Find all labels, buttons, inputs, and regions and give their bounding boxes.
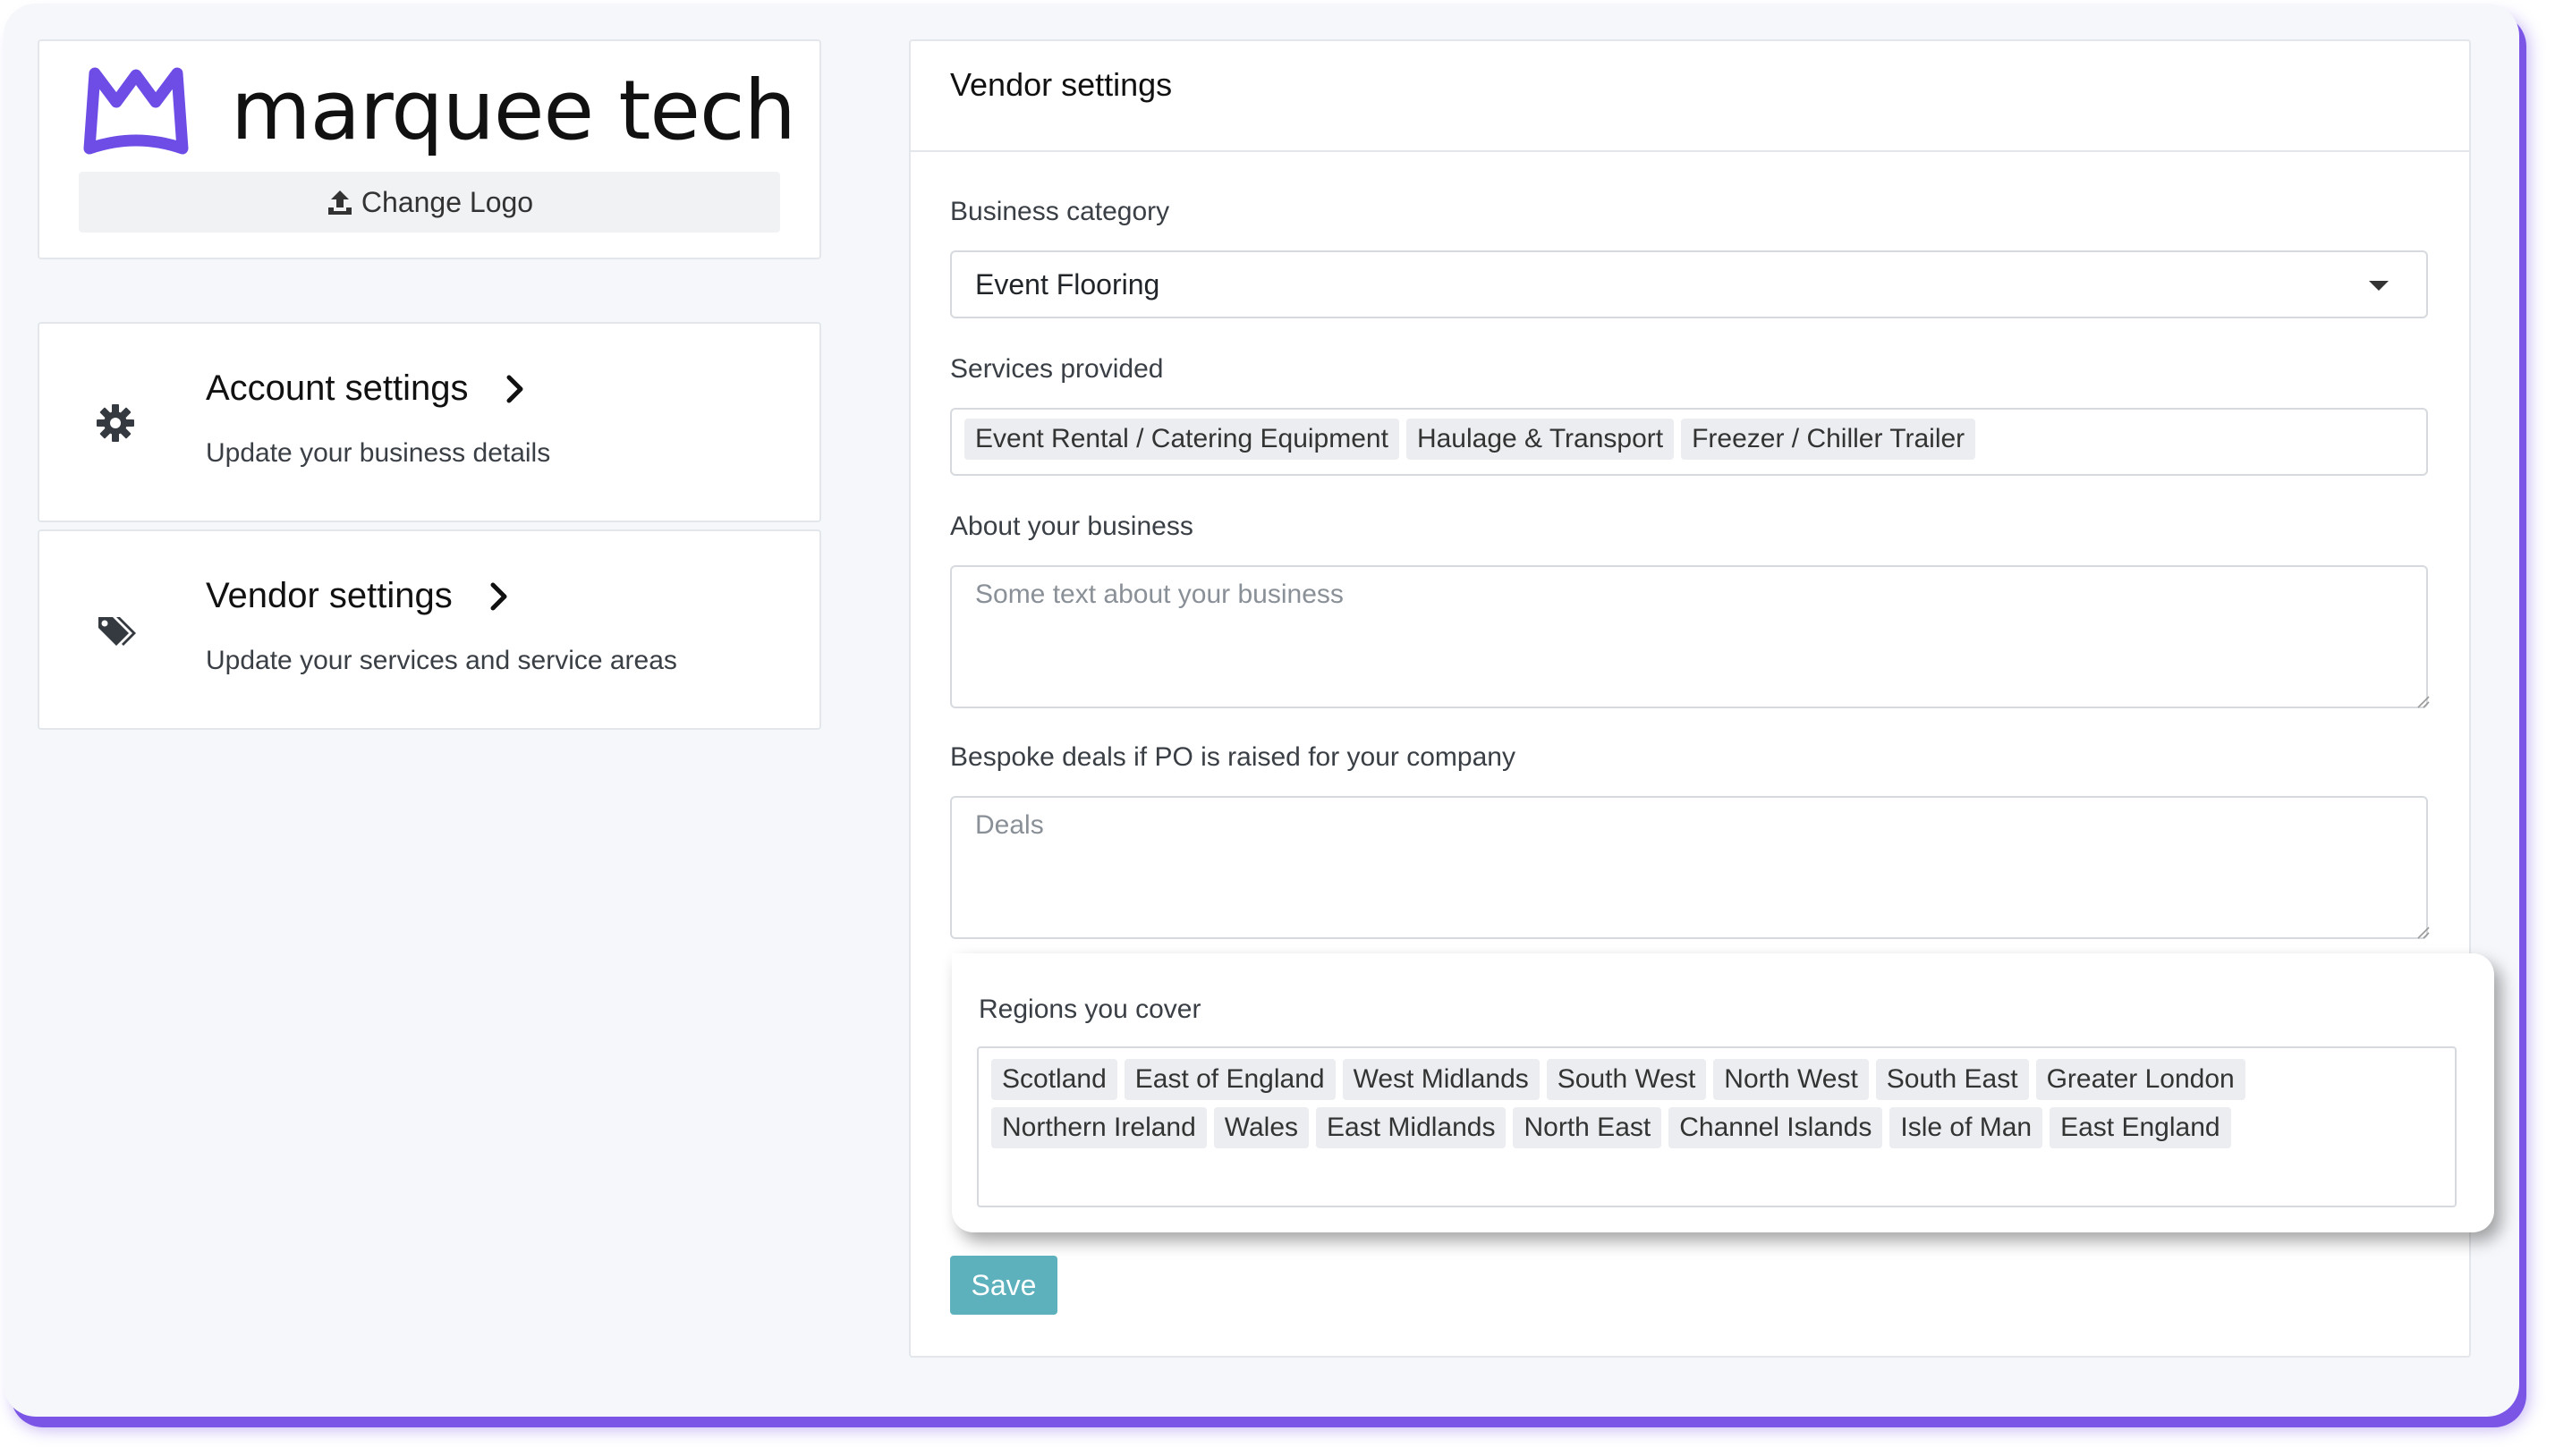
region-tag[interactable]: South East bbox=[1875, 1059, 2029, 1100]
page-title: Vendor settings bbox=[950, 66, 1173, 103]
panel-header: Vendor settings bbox=[911, 41, 2469, 152]
region-tag[interactable]: South West bbox=[1546, 1059, 1707, 1100]
deals-textarea[interactable] bbox=[950, 796, 2428, 939]
brand-name: marquee tech bbox=[231, 63, 796, 158]
tags-icon bbox=[98, 617, 136, 646]
nav-vendor-label: Vendor settings bbox=[206, 576, 453, 615]
region-tag[interactable]: North West bbox=[1713, 1059, 1869, 1100]
nav-vendor-title: Vendor settings bbox=[206, 576, 510, 616]
nav-vendor-description: Update your services and service areas bbox=[206, 646, 677, 675]
resize-grip-icon[interactable] bbox=[2415, 925, 2430, 939]
region-tag[interactable]: Scotland bbox=[991, 1059, 1117, 1100]
region-tag[interactable]: East Midlands bbox=[1316, 1107, 1507, 1148]
nav-account-description: Update your business details bbox=[206, 438, 551, 468]
nav-account-label: Account settings bbox=[206, 368, 469, 408]
chevron-right-icon bbox=[490, 582, 507, 610]
marquee-logo-icon bbox=[83, 67, 189, 154]
services-label: Services provided bbox=[950, 354, 1164, 384]
service-tag[interactable]: Event Rental / Catering Equipment bbox=[964, 419, 1399, 460]
app-window: marquee tech Change Logo Account setting… bbox=[4, 4, 2519, 1417]
nav-account-settings[interactable]: Account settings Update your business de… bbox=[38, 322, 821, 522]
region-tag[interactable]: Wales bbox=[1213, 1107, 1310, 1148]
change-logo-button[interactable]: Change Logo bbox=[79, 172, 780, 233]
region-tag[interactable]: Northern Ireland bbox=[991, 1107, 1207, 1148]
services-multiselect[interactable]: Event Rental / Catering Equipment Haulage… bbox=[950, 408, 2428, 476]
business-category-label: Business category bbox=[950, 197, 1170, 226]
resize-grip-icon[interactable] bbox=[2415, 694, 2430, 708]
logo-card: marquee tech Change Logo bbox=[38, 39, 821, 259]
about-label: About your business bbox=[950, 512, 1193, 541]
deals-label: Bespoke deals if PO is raised for your c… bbox=[950, 742, 1515, 772]
regions-multiselect[interactable]: Scotland East of England West Midlands Sout… bbox=[977, 1046, 2457, 1207]
region-tag[interactable]: North East bbox=[1513, 1107, 1662, 1148]
about-textarea[interactable] bbox=[950, 565, 2428, 708]
region-tag[interactable]: Isle of Man bbox=[1889, 1107, 2043, 1148]
region-tag[interactable]: Channel Islands bbox=[1668, 1107, 1883, 1148]
region-tag[interactable]: East England bbox=[2050, 1107, 2231, 1148]
service-tag[interactable]: Haulage & Transport bbox=[1405, 419, 1675, 460]
nav-account-title: Account settings bbox=[206, 368, 526, 409]
caret-down-icon bbox=[2369, 281, 2389, 291]
region-tag[interactable]: East of England bbox=[1124, 1059, 1336, 1100]
regions-label: Regions you cover bbox=[979, 995, 1201, 1024]
business-category-value: Event Flooring bbox=[975, 267, 1160, 301]
change-logo-label: Change Logo bbox=[361, 185, 534, 218]
upload-icon bbox=[327, 190, 352, 215]
regions-panel: Regions you cover Scotland East of Englan… bbox=[952, 953, 2494, 1232]
region-tag[interactable]: West Midlands bbox=[1342, 1059, 1540, 1100]
region-tag[interactable]: Greater London bbox=[2035, 1059, 2245, 1100]
chevron-right-icon bbox=[506, 375, 522, 402]
service-tag[interactable]: Freezer / Chiller Trailer bbox=[1681, 419, 1976, 460]
nav-vendor-settings[interactable]: Vendor settings Update your services and… bbox=[38, 529, 821, 730]
brand-logo: marquee tech bbox=[81, 63, 796, 158]
gear-icon bbox=[97, 404, 134, 442]
save-button[interactable]: Save bbox=[950, 1256, 1057, 1315]
business-category-select[interactable]: Event Flooring bbox=[950, 250, 2428, 318]
